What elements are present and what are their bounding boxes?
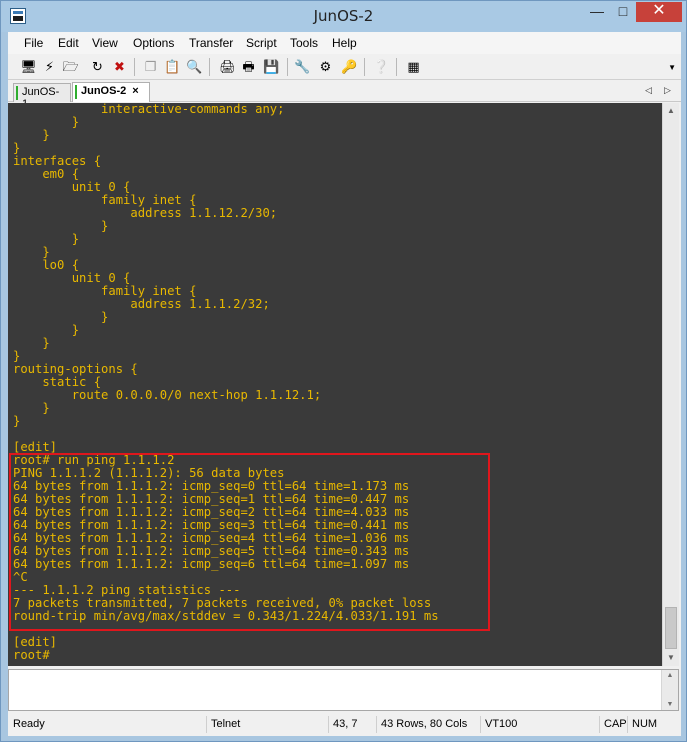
keymap-icon[interactable]: ▦ — [404, 57, 423, 76]
connect-in-tab-icon[interactable]: 🗁 — [61, 57, 80, 76]
tab-junos-2[interactable]: JunOS-2 × — [72, 82, 150, 102]
tab-close-icon[interactable]: × — [132, 85, 138, 97]
scroll-thumb[interactable] — [665, 607, 677, 649]
connected-status-icon — [16, 86, 18, 100]
sftp-icon[interactable]: 💾 — [262, 57, 281, 76]
menu-tools[interactable]: Tools — [290, 36, 318, 50]
tab-junos-1[interactable]: JunOS-1 — [13, 83, 71, 110]
global-options-icon[interactable]: ⚙ — [316, 57, 335, 76]
quick-connect-icon[interactable]: ⚡ — [40, 57, 59, 76]
copy-icon[interactable]: ❐ — [141, 57, 160, 76]
status-emulation: VT100 — [480, 716, 599, 733]
toolbar-separator — [364, 58, 365, 76]
print-icon[interactable]: 🖨 — [218, 57, 237, 76]
status-num-lock: NUM — [627, 716, 665, 733]
toolbar-overflow-icon[interactable]: ▼ — [668, 63, 676, 72]
status-caps-lock: CAP — [599, 716, 627, 733]
menu-script[interactable]: Script — [246, 36, 277, 50]
minimize-button[interactable]: — — [584, 2, 610, 22]
menu-transfer[interactable]: Transfer — [189, 36, 233, 50]
toolbar: 🖥 ⚡ 🗁 ↻ ✖ ❐ 📋 🔍 🖨 🖶 💾 🔧 ⚙ 🔑 ❔ ▦ ▼ — [8, 54, 681, 80]
title-bar[interactable]: JunOS-2 — □ ✕ — [1, 1, 686, 32]
reconnect-icon[interactable]: ↻ — [88, 57, 107, 76]
print-setup-icon[interactable]: 🖶 — [239, 57, 258, 76]
disconnect-icon[interactable]: ✖ — [110, 57, 129, 76]
terminal-screen[interactable]: interactive-commands any; } } } interfac… — [8, 103, 662, 666]
menu-view[interactable]: View — [92, 36, 118, 50]
tab-scroll-left-icon[interactable]: ◁ — [645, 85, 652, 96]
key-icon[interactable]: 🔑 — [340, 57, 359, 76]
tab-label: JunOS-2 — [81, 85, 127, 97]
client-area: File Edit View Options Transfer Script T… — [8, 32, 681, 736]
paste-icon[interactable]: 📋 — [163, 57, 182, 76]
menu-edit[interactable]: Edit — [58, 36, 79, 50]
close-button[interactable]: ✕ — [636, 2, 682, 22]
scroll-up-icon[interactable]: ▲ — [662, 672, 678, 679]
menu-bar: File Edit View Options Transfer Script T… — [8, 32, 681, 54]
scroll-down-icon[interactable]: ▼ — [663, 650, 679, 666]
command-window-input[interactable]: ▲ ▼ — [8, 669, 679, 711]
status-protocol: Telnet — [206, 716, 328, 733]
toolbar-separator — [209, 58, 210, 76]
help-icon[interactable]: ❔ — [372, 57, 391, 76]
ping-output-highlight — [9, 453, 490, 631]
connected-status-icon — [75, 85, 77, 99]
session-options-icon[interactable]: 🔧 — [293, 57, 312, 76]
maximize-button[interactable]: □ — [610, 2, 636, 22]
status-bar: Ready Telnet 43, 7 43 Rows, 80 Cols VT10… — [8, 713, 681, 735]
toolbar-separator — [287, 58, 288, 76]
app-window: JunOS-2 — □ ✕ File Edit View Options Tra… — [0, 0, 687, 742]
tab-scroll-right-icon[interactable]: ▷ — [664, 85, 671, 96]
terminal-scrollbar[interactable]: ▲ ▼ — [662, 103, 679, 666]
find-icon[interactable]: 🔍 — [185, 57, 204, 76]
session-tab-bar: JunOS-1 JunOS-2 × ◁ ▷ — [8, 81, 681, 110]
menu-help[interactable]: Help — [332, 36, 357, 50]
command-window-scrollbar[interactable]: ▲ ▼ — [661, 670, 678, 710]
status-terminal-size: 43 Rows, 80 Cols — [376, 716, 480, 733]
menu-options[interactable]: Options — [133, 36, 174, 50]
menu-file[interactable]: File — [24, 36, 43, 50]
toolbar-separator — [396, 58, 397, 76]
status-cursor-position: 43, 7 — [328, 716, 376, 733]
scroll-up-icon[interactable]: ▲ — [663, 103, 679, 119]
status-state: Ready — [13, 718, 45, 730]
scroll-down-icon[interactable]: ▼ — [662, 701, 678, 708]
connect-icon[interactable]: 🖥 — [19, 57, 38, 76]
toolbar-separator — [134, 58, 135, 76]
